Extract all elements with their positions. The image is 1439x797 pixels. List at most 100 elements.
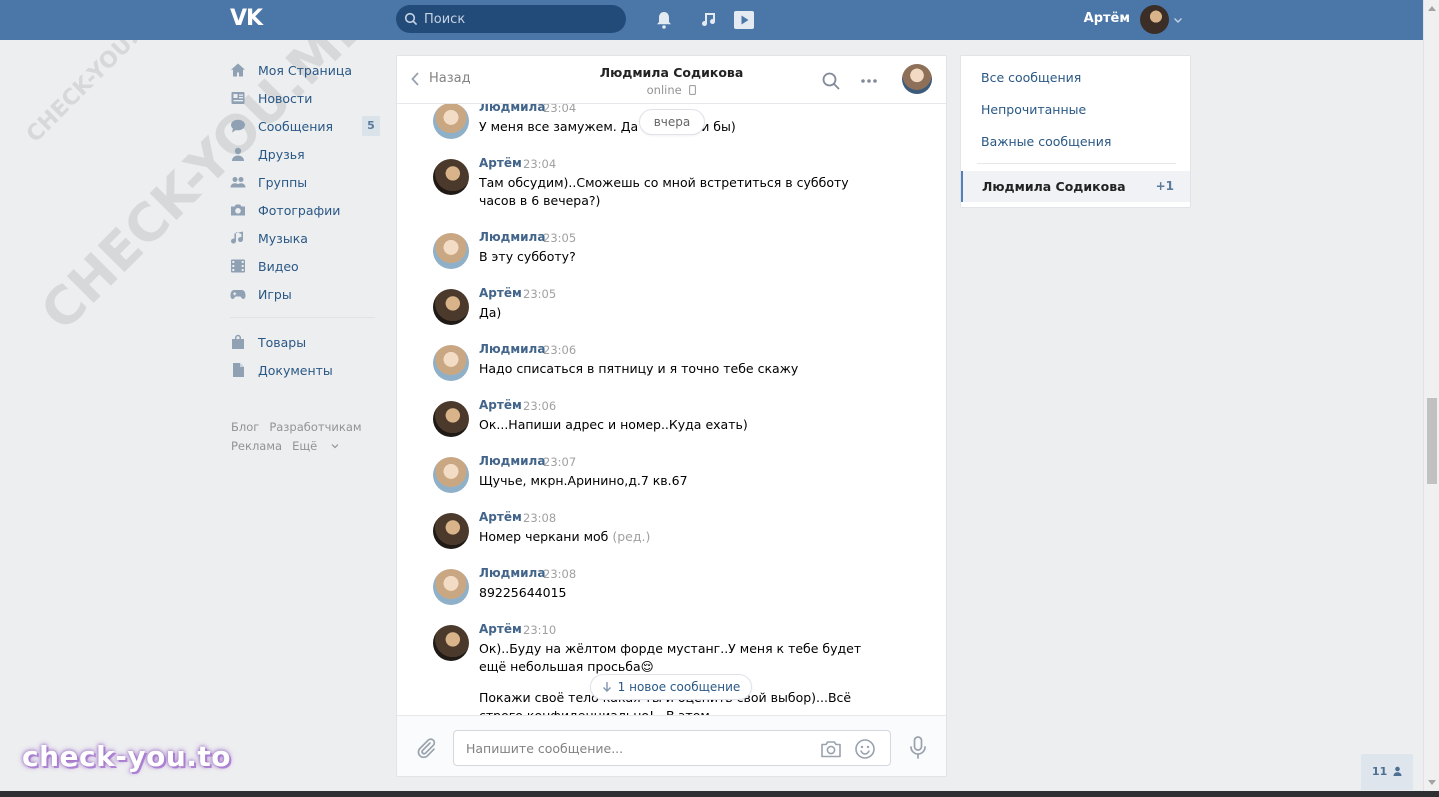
message-time: 23:05 [543,231,577,245]
camera-icon[interactable] [820,739,842,759]
avatar[interactable] [433,401,469,437]
brand-watermark: check-you.to [22,740,232,773]
scroll-down-arrow[interactable] [1428,780,1436,785]
footer-links: Блог Разработчикам Реклама Ещё [231,418,381,456]
arrow-down-icon [602,682,611,692]
message-text: Номер черкани моб (ред.) [479,529,651,544]
chat-panel: Назад Людмила Содикова online Людмила 23… [396,55,947,777]
search-icon [404,12,418,26]
bell-icon[interactable] [654,10,674,30]
message-author[interactable]: Людмила [479,566,545,580]
groups-icon [230,177,246,188]
message-time: 23:10 [523,623,557,637]
message-list[interactable]: Людмила 23:04 У меня все замужем. Да н е… [397,104,946,716]
nav-item-photos[interactable]: Фотографии [230,196,380,224]
message-text: Щучье, мкрн.Аринино,д.7 кв.67 [479,473,688,488]
page-scrollbar[interactable] [1423,0,1439,797]
footer-ads-link[interactable]: Реклама [231,439,282,453]
message-author[interactable]: Людмила [479,104,545,114]
nav-item-news[interactable]: Новости [230,84,380,112]
message-author[interactable]: Артём [479,622,522,636]
message-author[interactable]: Артём [479,398,522,412]
footer-more-link[interactable]: Ещё [292,439,339,453]
scroll-thumb[interactable] [1427,398,1437,484]
user-name[interactable]: Артём [1060,11,1130,26]
filter-important[interactable]: Важные сообщения [981,134,1111,149]
nav-item-messages[interactable]: Сообщения 5 [230,112,380,140]
os-taskbar [0,791,1439,797]
nav-item-friends[interactable]: Друзья [230,140,380,168]
search-input[interactable] [424,5,619,33]
avatar[interactable] [433,625,469,661]
message-input-box[interactable] [453,730,891,766]
scroll-up-arrow[interactable] [1428,6,1436,11]
mobile-icon [689,85,697,95]
more-icon[interactable] [859,71,879,91]
nav-label: Сообщения [258,118,334,134]
document-icon [233,363,244,377]
message-author[interactable]: Людмила [479,230,545,244]
contact-avatar[interactable] [902,64,932,94]
bag-icon [232,334,244,349]
message-text: 89225644015 [479,585,567,600]
chevron-down-icon [331,444,339,449]
messages-icon [231,119,245,133]
footer-dev-link[interactable]: Разработчикам [269,420,361,434]
search-icon[interactable] [821,71,841,91]
message-composer [397,715,946,776]
nav-item-my-page[interactable]: Моя Страница [230,56,380,84]
avatar[interactable] [433,159,469,195]
conversation-tab-active[interactable]: Людмила Содикова +1 [961,171,1190,202]
avatar[interactable] [433,569,469,605]
message-text: Да) [479,305,502,320]
nav-item-games[interactable]: Игры [230,280,380,308]
top-header: VK Артём [0,0,1423,40]
paperclip-icon[interactable] [415,737,437,759]
avatar[interactable] [433,345,469,381]
camera-icon [231,204,245,216]
message-author[interactable]: Людмила [479,454,545,468]
nav-label: Товары [258,334,307,350]
avatar[interactable] [433,457,469,493]
nav-item-goods[interactable]: Товары [230,328,380,356]
search-box[interactable] [396,5,626,33]
smile-icon[interactable] [854,738,876,760]
footer-blog-link[interactable]: Блог [231,420,259,434]
avatar[interactable] [433,104,469,139]
message-author[interactable]: Артём [479,156,522,170]
nav-label: Группы [258,174,308,190]
nav-label: Видео [258,258,299,274]
filter-unread[interactable]: Непрочитанные [981,102,1086,117]
filter-all-messages[interactable]: Все сообщения [981,70,1081,85]
home-icon [231,63,245,77]
message-author[interactable]: Людмила [479,342,545,356]
microphone-icon[interactable] [908,736,928,760]
nav-item-video[interactable]: Видео [230,252,380,280]
nav-label: Друзья [258,146,305,162]
nav-item-documents[interactable]: Документы [230,356,380,384]
video-icon [231,259,245,273]
avatar[interactable] [433,289,469,325]
friends-icon [232,147,244,161]
person-icon [1393,766,1402,776]
nav-label: Музыка [258,230,308,246]
nav-label: Моя Страница [258,62,352,78]
vk-logo[interactable]: VK [230,8,264,30]
nav-item-music[interactable]: Музыка [230,224,380,252]
music-icon[interactable] [700,10,720,30]
avatar[interactable] [433,513,469,549]
avatar[interactable] [433,233,469,269]
message-author[interactable]: Артём [479,286,522,300]
message-author[interactable]: Артём [479,510,522,524]
online-friends-button[interactable]: 11 [1361,754,1413,790]
message-text: В эту субботу? [479,249,576,264]
chevron-down-icon[interactable] [1173,15,1183,25]
message-filter-panel: Все сообщения Непрочитанные Важные сообщ… [960,55,1191,208]
new-message-button[interactable]: 1 новое сообщение [590,674,752,700]
user-avatar[interactable] [1140,5,1169,34]
message-input[interactable] [466,731,796,765]
message-text: Ок)..Буду на жёлтом форде мустанг..У мен… [479,641,862,674]
play-icon[interactable] [733,10,755,30]
nav-item-groups[interactable]: Группы [230,168,380,196]
unread-count: +1 [1155,179,1174,193]
